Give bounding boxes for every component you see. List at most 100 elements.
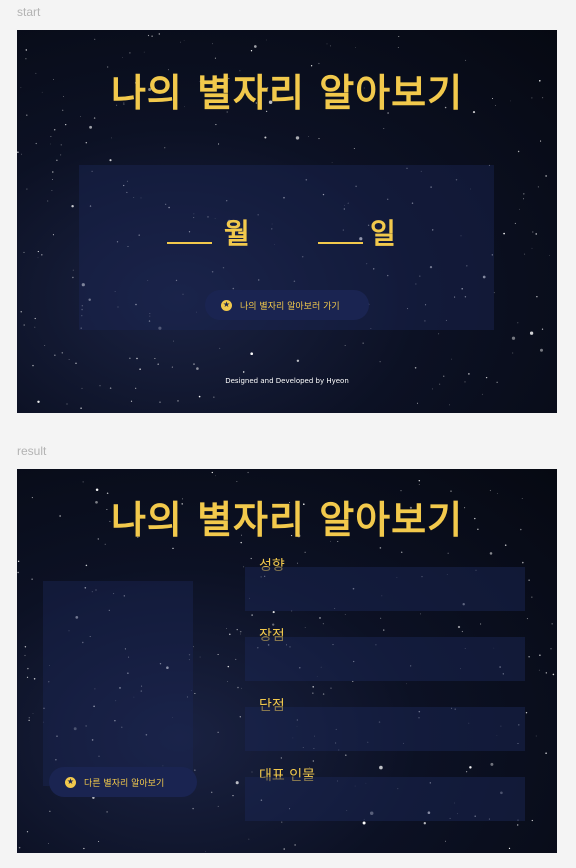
star-dot (447, 552, 449, 554)
star-dot (75, 362, 77, 364)
star-dot (66, 403, 68, 405)
star-dot (44, 345, 46, 346)
star-dot (151, 35, 153, 37)
star-dot (51, 178, 53, 180)
star-dot (538, 669, 540, 671)
star-dot (94, 38, 96, 40)
star-dot (511, 336, 516, 340)
star-dot (17, 151, 19, 153)
star-dot (37, 257, 39, 259)
star-dot (217, 731, 219, 733)
star-dot (352, 680, 354, 682)
star-dot (111, 137, 112, 139)
star-dot (237, 686, 239, 689)
section-box-weaknesses (245, 707, 525, 751)
star-dot (85, 141, 88, 144)
star-dot (296, 359, 300, 363)
star-dot (297, 562, 298, 564)
star-dot (540, 140, 542, 142)
star-dot (229, 633, 231, 636)
star-dot (25, 58, 27, 60)
month-input[interactable] (167, 242, 212, 244)
star-dot (47, 843, 49, 845)
star-dot (130, 400, 133, 402)
star-dot (469, 766, 472, 769)
star-dot (218, 143, 220, 145)
star-dot (215, 475, 217, 477)
star-dot (243, 566, 245, 568)
month-label: 월 (224, 217, 250, 250)
result-frame-label: result (17, 444, 47, 458)
star-dot (438, 333, 440, 335)
star-dot (517, 322, 519, 324)
star-dot (461, 630, 464, 633)
star-dot (53, 129, 56, 131)
star-dot (304, 627, 306, 628)
star-dot (236, 481, 238, 482)
star-dot (177, 400, 179, 402)
star-dot (18, 846, 21, 849)
star-dot (211, 471, 213, 474)
star-dot (27, 667, 29, 670)
star-dot (147, 34, 150, 37)
star-dot (71, 204, 74, 208)
star-dot (172, 547, 174, 550)
star-dot (212, 43, 213, 45)
star-dot (28, 717, 30, 719)
star-dot (180, 41, 181, 43)
star-dot (24, 654, 26, 657)
other-constellation-button[interactable]: ★ 다른 별자리 알아보기 (49, 767, 197, 797)
star-dot (294, 844, 296, 846)
star-dot (136, 357, 138, 360)
star-dot (423, 822, 426, 825)
star-dot (540, 348, 543, 352)
star-dot (319, 617, 321, 619)
star-dot (26, 676, 29, 678)
star-dot (26, 831, 29, 833)
start-screen: 나의 별자리 알아보기 월 일 ★ 나의 별자리 알아보러 가기 Designe… (17, 30, 557, 413)
star-dot (23, 324, 25, 326)
star-dot (193, 363, 195, 365)
star-dot (531, 596, 533, 598)
star-dot (54, 354, 56, 356)
star-dot (194, 769, 196, 771)
star-dot (353, 148, 355, 149)
star-dot (519, 208, 520, 210)
star-dot (99, 385, 101, 387)
star-dot (545, 752, 547, 754)
star-dot (25, 49, 28, 51)
star-dot (198, 395, 201, 398)
star-dot (51, 190, 53, 192)
star-dot (52, 234, 54, 236)
star-dot (418, 479, 421, 482)
star-dot (157, 363, 159, 365)
star-dot (512, 352, 514, 354)
star-dot (379, 547, 382, 549)
star-dot (56, 159, 58, 161)
day-input[interactable] (318, 242, 363, 244)
star-dot (379, 765, 383, 770)
star-dot (34, 326, 36, 328)
star-dot (60, 154, 62, 156)
star-dot (355, 47, 356, 48)
star-dot (85, 564, 88, 567)
star-dot (379, 361, 381, 363)
star-dot (272, 611, 275, 614)
find-constellation-button[interactable]: ★ 나의 별자리 알아보러 가기 (205, 290, 369, 320)
star-dot (72, 276, 74, 279)
star-dot (122, 57, 123, 58)
star-dot (164, 147, 166, 149)
star-dot (219, 347, 221, 349)
star-dot (383, 127, 385, 129)
star-dot (17, 571, 19, 574)
star-dot (526, 618, 528, 620)
star-dot (312, 760, 314, 762)
star-dot (523, 198, 525, 200)
star-dot (232, 794, 234, 797)
star-dot (535, 233, 537, 235)
star-dot (227, 681, 228, 682)
star-dot (247, 471, 249, 474)
star-dot (20, 153, 22, 155)
star-dot (82, 481, 84, 483)
star-dot (326, 43, 328, 45)
